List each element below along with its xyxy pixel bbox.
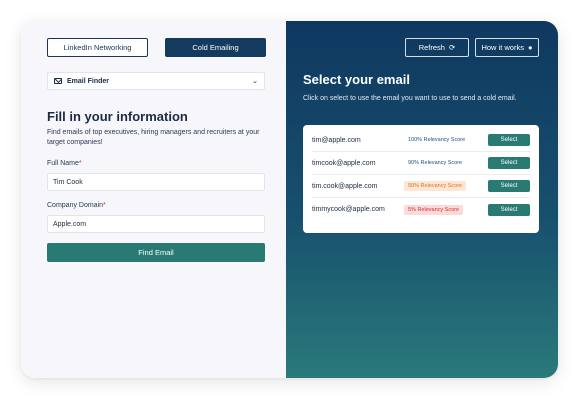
select-button[interactable]: Select — [488, 180, 530, 192]
result-email: timcook@apple.com — [312, 159, 376, 167]
email-results-list: tim@apple.com 100% Relevancy Score Selec… — [303, 125, 539, 233]
form-heading: Fill in your information — [47, 109, 188, 124]
results-panel: Refresh ⟳ How it works ● Select your ema… — [286, 21, 558, 378]
list-item: tim@apple.com 100% Relevancy Score Selec… — [312, 129, 530, 152]
find-email-button[interactable]: Find Email — [47, 243, 265, 262]
select-button[interactable]: Select — [488, 203, 530, 216]
result-email: tim.cook@apple.com — [312, 182, 378, 190]
chevron-down-icon: ⌄ — [252, 78, 258, 85]
list-item: tim.cook@apple.com 50% Relevancy Score S… — [312, 175, 530, 198]
select-button[interactable]: Select — [488, 157, 530, 169]
form-panel: LinkedIn Networking Cold Emailing Email … — [21, 21, 286, 378]
relevancy-badge: 100% Relevancy Score — [408, 137, 466, 143]
linkedin-networking-tab[interactable]: LinkedIn Networking — [47, 38, 148, 57]
how-it-works-button[interactable]: How it works ● — [475, 38, 539, 57]
required-mark: * — [78, 160, 82, 167]
company-domain-label: Company Domain* — [47, 202, 106, 209]
app-card: LinkedIn Networking Cold Emailing Email … — [21, 21, 558, 378]
relevancy-badge: 90% Relevancy Score — [408, 160, 463, 166]
full-name-input[interactable]: Tim Cook — [47, 173, 265, 191]
select-button[interactable]: Select — [488, 134, 530, 146]
lightbulb-icon: ● — [527, 43, 533, 52]
refresh-icon: ⟳ — [448, 43, 456, 52]
form-subtitle: Find emails of top executives, hiring ma… — [47, 129, 260, 146]
result-email: tim@apple.com — [312, 136, 361, 144]
list-item: timmycook@apple.com 5% Relevancy Score S… — [312, 198, 530, 221]
relevancy-badge: 50% Relevancy Score — [404, 181, 467, 191]
results-subtitle: Click on select to use the email you wan… — [303, 95, 517, 102]
cold-emailing-tab[interactable]: Cold Emailing — [165, 38, 266, 57]
full-name-label: Full Name* — [47, 160, 82, 167]
refresh-button[interactable]: Refresh ⟳ — [405, 38, 469, 57]
mail-icon — [54, 78, 62, 84]
result-email: timmycook@apple.com — [312, 206, 385, 213]
list-item: timcook@apple.com 90% Relevancy Score Se… — [312, 152, 530, 175]
results-title: Select your email — [303, 72, 410, 87]
required-mark: * — [103, 202, 106, 209]
relevancy-badge: 5% Relevancy Score — [404, 204, 464, 215]
tool-select-value: Email Finder — [67, 77, 110, 85]
company-domain-input[interactable]: Apple.com — [47, 215, 265, 233]
tool-select[interactable]: Email Finder ⌄ — [47, 72, 265, 90]
